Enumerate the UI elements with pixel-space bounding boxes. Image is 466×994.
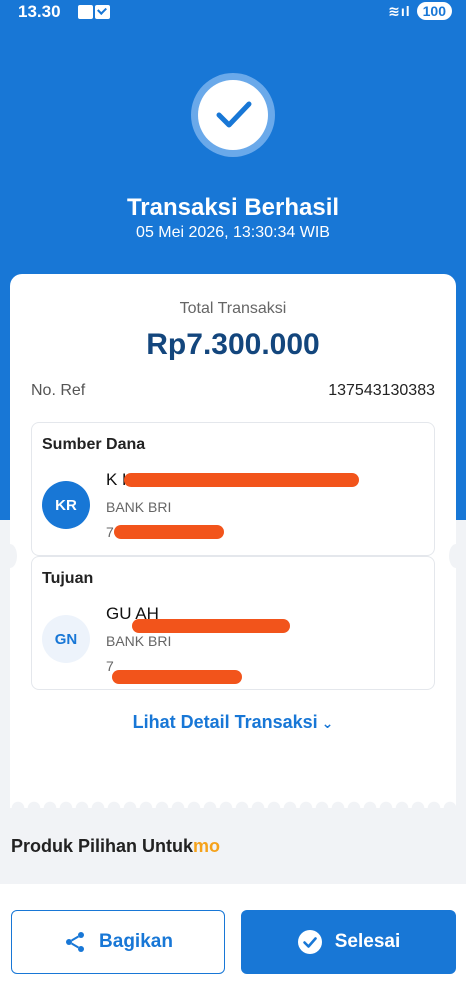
page-title: Transaksi Berhasil <box>126 194 340 221</box>
check-circle-icon <box>297 930 322 954</box>
receipt-serrated-edge <box>10 790 456 808</box>
destination-title: Tujuan <box>42 570 94 587</box>
brand-mo: mo <box>193 836 221 856</box>
transaction-datetime: 05 Mei 2026, 13:30:34 WIB <box>136 224 330 241</box>
check-notification-icon <box>95 5 110 19</box>
battery-indicator: 100 <box>416 2 452 20</box>
receipt-notch-right <box>449 544 463 568</box>
status-bar: 13.30 ≋ıl 100 <box>0 0 466 26</box>
total-label: Total Transaksi <box>179 300 287 317</box>
view-details-link[interactable]: Lihat Detail Transaksi ⌄ <box>0 712 466 733</box>
source-avatar: KR <box>42 481 90 529</box>
chevron-down-icon: ⌄ <box>321 715 334 731</box>
receipt-notch-left <box>3 544 17 568</box>
destination-account-redaction <box>112 670 242 684</box>
ref-value: 137543130383 <box>328 382 435 399</box>
products-title-text: Produk Pilihan Untuk <box>11 836 194 856</box>
destination-bank: BANK BRI <box>106 633 172 649</box>
destination-name-redaction <box>132 619 290 633</box>
share-button[interactable]: Bagikan <box>11 910 225 974</box>
wifi-signal-icon: ≋ıl <box>388 2 411 19</box>
destination-avatar: GN <box>42 615 90 663</box>
view-details-label: Lihat Detail Transaksi <box>132 712 318 732</box>
source-account-redaction <box>114 525 224 539</box>
source-account-box: Sumber Dana KR K HAN BANK BRI 7 3 <box>31 422 435 556</box>
done-label: Selesai <box>334 931 401 952</box>
source-title: Sumber Dana <box>42 436 146 453</box>
ref-label: No. Ref <box>31 382 86 399</box>
destination-account-box: Tujuan GN GU AH BANK BRI 7 <box>31 556 435 690</box>
success-check-icon <box>191 73 275 157</box>
notification-icon <box>78 5 93 19</box>
done-button[interactable]: Selesai <box>241 910 456 974</box>
status-time: 13.30 <box>18 2 61 21</box>
total-amount: Rp7.300.000 <box>146 328 320 361</box>
products-section-title: Produk Pilihan Untukmo <box>11 836 220 857</box>
share-icon <box>66 932 85 952</box>
source-name-redaction <box>124 473 359 487</box>
share-label: Bagikan <box>99 931 173 952</box>
source-bank: BANK BRI <box>106 499 172 515</box>
